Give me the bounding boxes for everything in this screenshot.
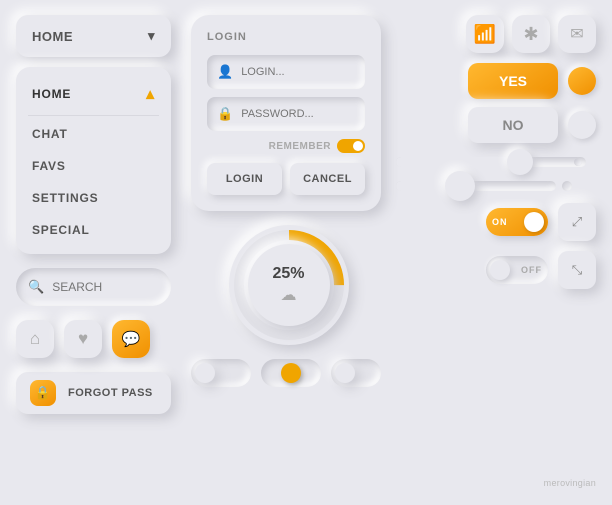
search-input[interactable]	[52, 280, 159, 294]
yes-label: YES	[499, 73, 527, 89]
column-2: LOGIN 👤 🔒 REMEMBER LOGIN CANCEL	[191, 15, 386, 387]
chevron-down-icon: ▾	[148, 28, 155, 44]
remember-toggle[interactable]	[337, 139, 365, 153]
divider	[28, 115, 159, 116]
lock-input-icon: 🔒	[217, 106, 233, 122]
expand-icon-button[interactable]: ⤢	[558, 203, 596, 241]
login-box: LOGIN 👤 🔒 REMEMBER LOGIN CANCEL	[191, 15, 381, 211]
lock-icon: 🔒	[30, 380, 56, 406]
toggle-switch-3[interactable]	[331, 359, 381, 387]
progress-percent: 25%	[272, 265, 304, 283]
off-label: OFF	[521, 265, 542, 275]
home-icon-button[interactable]: ⌂	[16, 320, 54, 358]
forgot-pass-button[interactable]: 🔒 FORGOT PASS	[16, 372, 171, 414]
login-input-row: 👤	[207, 55, 365, 89]
icon-button-row: ⌂ ♥ 💬	[16, 320, 176, 358]
progress-circle: 25% ☁	[229, 225, 349, 345]
no-button[interactable]: NO	[468, 107, 558, 143]
mail-icon: ✉	[570, 24, 583, 44]
on-dot[interactable]	[568, 67, 596, 95]
cloud-icon: ☁	[281, 285, 297, 305]
login-title: LOGIN	[207, 31, 365, 43]
toggle-switch-1[interactable]	[191, 359, 251, 387]
login-button[interactable]: LOGIN	[207, 163, 282, 195]
login-button-row: LOGIN CANCEL	[207, 163, 365, 195]
wifi-icon: 📶	[474, 24, 496, 45]
bluetooth-icon-button[interactable]: ✱	[512, 15, 550, 53]
off-toggle[interactable]: OFF	[486, 256, 548, 284]
dropdown-header[interactable]: HOME ▴	[16, 75, 171, 113]
login-input[interactable]	[241, 66, 355, 78]
on-toggle[interactable]: ON	[486, 208, 548, 236]
slider-1-fill	[396, 157, 520, 167]
remember-label: REMEMBER	[269, 141, 331, 152]
toggles-row	[191, 359, 386, 387]
toggle-knob-3	[335, 363, 355, 383]
slider-2-area	[396, 181, 596, 191]
menu-item-special[interactable]: SPECIAL	[16, 214, 171, 246]
slider-1-knob[interactable]	[507, 149, 533, 175]
user-icon: 👤	[217, 64, 233, 80]
progress-area: 25% ☁	[191, 225, 386, 345]
cancel-button[interactable]: CANCEL	[290, 163, 365, 195]
collapse-icon-button[interactable]: ⤡	[558, 251, 596, 289]
off-knob	[490, 260, 510, 280]
search-icon: 🔍	[28, 279, 44, 295]
column-1: HOME ▾ HOME ▴ CHAT FAVS SETTINGS SPECIAL…	[16, 15, 176, 414]
on-knob	[524, 212, 544, 232]
search-box[interactable]: 🔍	[16, 268, 171, 306]
top-icon-row: 📶 ✱ ✉	[396, 15, 596, 53]
slider-2-knob[interactable]	[445, 171, 475, 201]
password-input-row: 🔒	[207, 97, 365, 131]
slider-2-dot	[562, 181, 572, 191]
menu-item-settings[interactable]: SETTINGS	[16, 182, 171, 214]
heart-icon-button[interactable]: ♥	[64, 320, 102, 358]
off-dot[interactable]	[568, 111, 596, 139]
forgot-pass-label: FORGOT PASS	[68, 387, 153, 399]
slider-1-track	[396, 157, 586, 167]
dropdown-header-label: HOME	[32, 87, 71, 101]
slider-end-dot	[574, 158, 582, 166]
expand-icon: ⤢	[572, 214, 582, 230]
no-row: NO	[396, 107, 596, 143]
mail-icon-button[interactable]: ✉	[558, 15, 596, 53]
bluetooth-icon: ✱	[523, 24, 538, 45]
slider-1-area	[396, 157, 596, 167]
dropdown-closed-label: HOME	[32, 29, 73, 44]
collapse-icon: ⤡	[572, 262, 582, 278]
dropdown-closed[interactable]: HOME ▾	[16, 15, 171, 57]
toggle-knob-2	[281, 363, 301, 383]
remember-row: REMEMBER	[207, 139, 365, 153]
toggle-knob-1	[195, 363, 215, 383]
password-input[interactable]	[241, 108, 355, 120]
toggle-switch-2[interactable]	[261, 359, 321, 387]
chevron-up-icon: ▴	[146, 84, 155, 104]
no-label: NO	[503, 117, 524, 133]
progress-inner: 25% ☁	[248, 244, 330, 326]
column-3: 📶 ✱ ✉ YES NO	[396, 15, 596, 289]
watermark: merovingian	[544, 478, 596, 488]
slider-2-track	[396, 181, 556, 191]
chat-icon-button[interactable]: 💬	[112, 320, 150, 358]
dropdown-open: HOME ▴ CHAT FAVS SETTINGS SPECIAL	[16, 67, 171, 254]
menu-item-favs[interactable]: FAVS	[16, 150, 171, 182]
wifi-icon-button[interactable]: 📶	[466, 15, 504, 53]
on-label: ON	[492, 217, 508, 227]
yes-button[interactable]: YES	[468, 63, 558, 99]
menu-item-chat[interactable]: CHAT	[16, 118, 171, 150]
